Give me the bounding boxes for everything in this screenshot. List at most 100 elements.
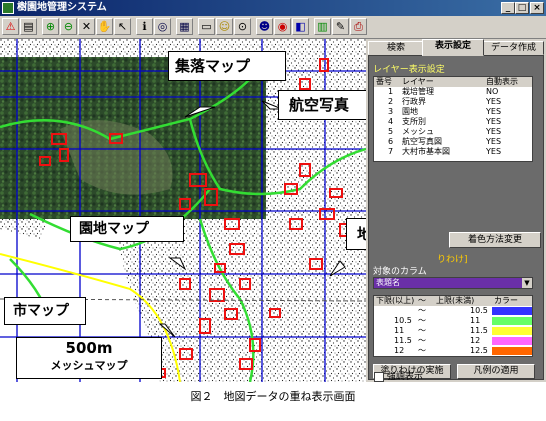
maximize-button[interactable]: □: [515, 2, 529, 14]
layer-row[interactable]: 2 行政界 YES: [374, 97, 532, 107]
range-tilde: 〜: [418, 336, 426, 345]
apply-legend-button[interactable]: 凡例の適用: [457, 364, 535, 379]
tab-search[interactable]: 検索: [368, 41, 424, 55]
color-swatch[interactable]: [492, 347, 532, 355]
pan-hand-icon[interactable]: ✋: [96, 18, 113, 35]
col-number: 番号: [376, 77, 392, 86]
color-range-row[interactable]: 11 〜 11.5: [374, 326, 532, 336]
color-swatch[interactable]: [492, 317, 532, 325]
layer-auto: YES: [486, 127, 502, 136]
layer-row[interactable]: 3 園地 YES: [374, 107, 532, 117]
zoom-in-icon[interactable]: ⊕: [42, 18, 59, 35]
layer-row[interactable]: 5 メッシュ YES: [374, 127, 532, 137]
layer-settings-title: レイヤー表示設定: [373, 65, 445, 75]
person-icon[interactable]: ☻: [256, 18, 273, 35]
color-range-table: 下限(以上) 〜 上限(未満) カラー 〜 10.5 10.5 〜 11 11 〜 11.5 1…: [373, 295, 533, 357]
zoom-out-icon[interactable]: ⊖: [60, 18, 77, 35]
layer-auto: YES: [486, 137, 502, 146]
layer-row[interactable]: 6 航空写真図 YES: [374, 137, 532, 147]
mesh-map-label-line1: 500m: [65, 339, 113, 357]
warning-icon[interactable]: ⚠: [2, 18, 19, 35]
range-upper: 12.5: [470, 346, 488, 355]
layer-row[interactable]: 4 支所別 YES: [374, 117, 532, 127]
terrain-map-callout: 地形図: [346, 218, 366, 250]
range-lower: 10.5: [394, 316, 412, 325]
highlight-checkbox[interactable]: [374, 371, 384, 382]
layer-row[interactable]: 7 大村市基本図 YES: [374, 147, 532, 157]
tab-data-creation[interactable]: データ作成: [483, 41, 544, 55]
color-table-header: 下限(以上) 〜 上限(未満) カラー: [374, 296, 532, 306]
title-bar: 樹園地管理システム _ □ ×: [0, 0, 546, 16]
grid-icon[interactable]: ▦: [176, 18, 193, 35]
bus-icon[interactable]: ◧: [292, 18, 309, 35]
aerial-photo-callout: 航空写真: [278, 90, 366, 120]
range-upper: 12: [470, 336, 481, 345]
target-column-label: 対象のカラム: [373, 267, 427, 277]
tab-display-settings[interactable]: 表示設定: [422, 39, 484, 56]
document-icon[interactable]: ▤: [20, 18, 37, 35]
layer-no: 5: [388, 127, 394, 136]
color-swatch[interactable]: [492, 337, 532, 345]
range-lower: 12: [394, 346, 405, 355]
range-upper: 11.5: [470, 326, 488, 335]
print-icon[interactable]: ⎙: [350, 18, 367, 35]
col-color: カラー: [494, 296, 518, 305]
close-button[interactable]: ×: [530, 2, 544, 14]
layer-name: 行政界: [402, 97, 426, 106]
terrain-map-label: 地形図: [357, 225, 366, 243]
layer-row[interactable]: 1 栽培管理 NO: [374, 87, 532, 97]
layer-name: 支所別: [402, 117, 426, 126]
layer-table-header: 番号 レイヤー 自動表示: [374, 77, 532, 87]
layer-no: 4: [388, 117, 394, 126]
map-view[interactable]: 集落マップ 航空写真 園地マップ 地形図 市マップ 500m メッシュマップ: [0, 39, 366, 382]
layer-name: 園地: [402, 107, 418, 116]
side-panel: 検索 表示設定 データ作成 レイヤー表示設定 番号 レイヤー 自動表示 1 栽培…: [366, 39, 546, 382]
smiley-icon[interactable]: ☺: [216, 18, 233, 35]
app-window: 樹園地管理システム _ □ × ⚠ ▤ ⊕ ⊖ ✕ ✋ ↖ ℹ ◎ ▦ ▭ ☺ …: [0, 0, 546, 382]
layer-auto: YES: [486, 97, 502, 106]
minimize-button[interactable]: _: [501, 2, 515, 14]
color-swatch[interactable]: [492, 307, 532, 315]
full-extent-icon[interactable]: ✕: [78, 18, 95, 35]
layer-auto: YES: [486, 147, 502, 156]
layer-name: メッシュ: [402, 127, 434, 136]
city-map-label: 市マップ: [13, 303, 69, 319]
layer-auto: NO: [486, 87, 499, 96]
color-range-row[interactable]: 11.5 〜 12: [374, 336, 532, 346]
target-column-value: 表題名: [376, 278, 400, 287]
partial-label: りわけ]: [437, 255, 468, 265]
layer-no: 3: [388, 107, 394, 116]
range-tilde: 〜: [418, 326, 426, 335]
target-column-select[interactable]: 表題名 ▼: [373, 277, 533, 289]
layer-name: 栽培管理: [402, 87, 434, 96]
color-range-row[interactable]: 10.5 〜 11: [374, 316, 532, 326]
toolbar: ⚠ ▤ ⊕ ⊖ ✕ ✋ ↖ ℹ ◎ ▦ ▭ ☺ ⊙ ☻ ◉ ◧ ▥ ✎ ⎙: [0, 16, 546, 39]
range-lower: 11.5: [394, 336, 412, 345]
layer-auto: YES: [486, 107, 502, 116]
village-map-callout: 集落マップ: [168, 51, 286, 81]
target-icon[interactable]: ⊙: [234, 18, 251, 35]
highlight-checkbox-row[interactable]: 強調表示: [374, 369, 423, 382]
select-icon[interactable]: ↖: [114, 18, 131, 35]
edit-icon[interactable]: ✎: [332, 18, 349, 35]
color-swatch[interactable]: [492, 327, 532, 335]
range-upper: 10.5: [470, 306, 488, 315]
layer-no: 2: [388, 97, 394, 106]
table-icon[interactable]: ▥: [314, 18, 331, 35]
rectangle-select-icon[interactable]: ▭: [198, 18, 215, 35]
chevron-down-icon[interactable]: ▼: [522, 278, 532, 288]
car-icon[interactable]: ◉: [274, 18, 291, 35]
color-range-row[interactable]: 12 〜 12.5: [374, 346, 532, 356]
range-tilde: 〜: [418, 306, 426, 315]
layer-no: 6: [388, 137, 394, 146]
figure-caption: 図２ 地図データの重ね表示画面: [190, 390, 356, 403]
color-method-button[interactable]: 着色方法変更: [449, 232, 541, 248]
globe-icon[interactable]: ◎: [154, 18, 171, 35]
mesh-map-label-line2: メッシュマップ: [50, 359, 128, 372]
orchard-map-callout: 園地マップ: [70, 216, 184, 242]
col-tilde: 〜: [418, 296, 426, 305]
color-range-row[interactable]: 〜 10.5: [374, 306, 532, 316]
village-map-label: 集落マップ: [175, 57, 251, 75]
info-icon[interactable]: ℹ: [136, 18, 153, 35]
city-map-callout: 市マップ: [4, 297, 86, 325]
